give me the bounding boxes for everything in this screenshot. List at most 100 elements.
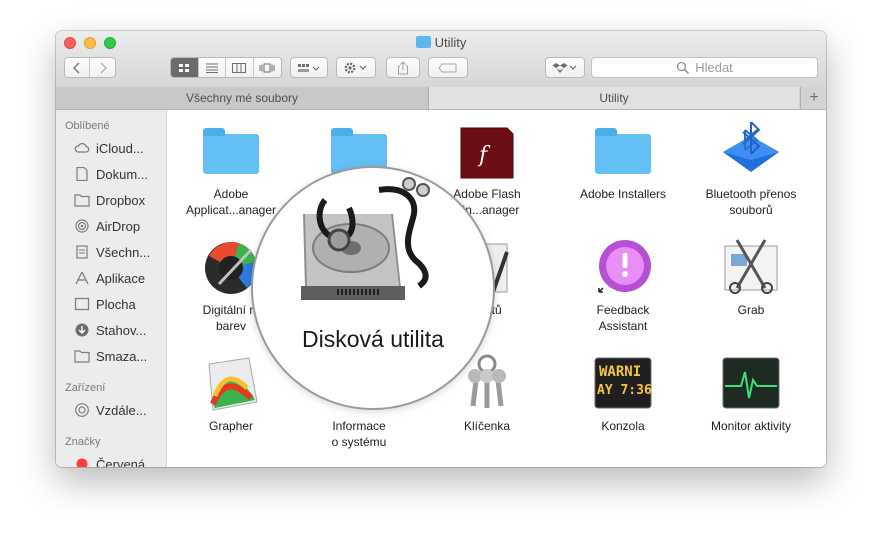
cloud-icon <box>74 143 90 153</box>
sidebar-item-label: Dokum... <box>96 166 149 182</box>
sidebar-item-label: Vzdále... <box>96 402 147 418</box>
sidebar-item-applications[interactable]: Aplikace <box>74 268 145 288</box>
list-icon <box>205 63 218 73</box>
sidebar-section-devices: Zařízení <box>65 382 106 394</box>
file-label-line1: Klíčenka <box>463 419 511 433</box>
icon-view-button[interactable] <box>171 58 199 77</box>
sidebar: Oblíbené iCloud... Dokum... Dropbox AirD… <box>56 110 167 467</box>
sidebar-section-tags: Značky <box>65 436 101 448</box>
console-line2: AY 7:36 <box>597 383 652 398</box>
all-files-icon <box>76 245 88 259</box>
file-label-line2: o systému <box>331 435 387 449</box>
folder-icon <box>74 194 90 207</box>
file-item[interactable]: Feedback Assistant <box>567 238 679 334</box>
sidebar-item-icloud[interactable]: iCloud... <box>74 138 144 158</box>
document-icon <box>76 167 88 181</box>
coverflow-view-button[interactable] <box>254 58 281 77</box>
coverflow-icon <box>259 63 275 72</box>
chevron-left-icon <box>72 61 80 74</box>
file-item[interactable]: Grab <box>695 238 807 318</box>
file-label-line1: Bluetooth přenos <box>705 187 797 201</box>
tags-button[interactable] <box>428 57 468 78</box>
search-icon <box>677 61 690 74</box>
back-button[interactable] <box>65 58 91 77</box>
tag-icon <box>438 63 457 72</box>
column-view-button[interactable] <box>226 58 254 77</box>
sidebar-item-label: AirDrop <box>96 218 141 234</box>
sidebar-item-documents[interactable]: Dokum... <box>74 164 148 184</box>
arrange-button[interactable] <box>290 57 328 78</box>
file-label-line1: Grab <box>737 303 765 317</box>
dropbox-button[interactable] <box>545 57 585 78</box>
sidebar-item-airdrop[interactable]: AirDrop <box>74 216 140 236</box>
nav-buttons <box>64 57 116 78</box>
new-tab-button[interactable]: + <box>800 87 826 109</box>
tab-bar: Všechny mé soubory Utility + <box>56 87 826 110</box>
sidebar-item-downloads[interactable]: Stahov... <box>74 320 146 340</box>
file-item[interactable]: Adobe Installers <box>567 122 679 202</box>
grab-icon <box>719 238 783 296</box>
titlebar: Utility Hledat <box>56 31 826 88</box>
tab-all-files[interactable]: Všechny mé soubory <box>56 87 429 109</box>
sidebar-item-remote-disc[interactable]: Vzdále... <box>74 400 147 420</box>
folder-icon <box>74 350 90 363</box>
sidebar-item-label: Dropbox <box>96 192 146 208</box>
sidebar-item-tag-red[interactable]: Červená <box>74 454 145 467</box>
chevron-right-icon <box>99 61 107 74</box>
file-label-line1: Informace <box>332 419 386 433</box>
file-item[interactable]: WARNI AY 7:36 Konzola <box>567 354 679 434</box>
sidebar-item-label: Plocha <box>96 296 136 312</box>
bluetooth-icon <box>719 121 783 180</box>
folder-icon <box>415 36 431 48</box>
magnified-app-label: Disková utilita <box>302 326 444 352</box>
file-label-line1: Monitor aktivity <box>710 419 792 433</box>
file-item[interactable]: Bluetooth přenos souborů <box>695 121 807 218</box>
sidebar-item-desktop[interactable]: Plocha <box>74 294 136 314</box>
action-button[interactable] <box>336 57 376 78</box>
search-placeholder: Hledat <box>695 60 733 75</box>
console-line1: WARNI <box>599 364 641 380</box>
file-label-line2: Assistant <box>598 319 648 333</box>
file-label-line1: Konzola <box>601 419 645 433</box>
sidebar-item-label: iCloud... <box>96 140 144 156</box>
sidebar-item-label: Aplikace <box>96 270 146 286</box>
tab-label: Utility <box>599 91 629 105</box>
list-view-button[interactable] <box>199 58 226 77</box>
window-title-text: Utility <box>434 35 467 50</box>
sidebar-section-favorites: Oblíbené <box>65 120 110 132</box>
sidebar-item-label: Všechn... <box>96 244 151 260</box>
sidebar-item-label: Červená <box>96 456 146 468</box>
feedback-icon <box>591 238 655 296</box>
console-icon: WARNI AY 7:36 <box>591 354 655 412</box>
disk-utility-icon <box>301 177 430 300</box>
tab-utility[interactable]: Utility <box>429 87 799 109</box>
folder-icon <box>591 122 655 180</box>
sidebar-item-all-files[interactable]: Všechn... <box>74 242 150 262</box>
file-label-line1: Grapher <box>208 419 254 433</box>
tag-dot-icon <box>76 458 88 467</box>
arrange-icon <box>298 63 320 72</box>
magnifier-lens: Disková utilita <box>251 166 495 410</box>
view-mode-control <box>170 57 282 78</box>
desktop-icon <box>74 297 90 311</box>
downloads-icon <box>75 323 89 337</box>
file-label-line1: Feedback <box>596 303 650 317</box>
icon-grid-icon <box>179 63 190 72</box>
sidebar-item-deleted[interactable]: Smaza... <box>74 346 147 366</box>
search-field[interactable]: Hledat <box>591 57 818 78</box>
share-button[interactable] <box>386 57 420 78</box>
activity-monitor-icon <box>719 354 783 412</box>
sidebar-item-label: Stahov... <box>96 322 147 338</box>
plus-icon: + <box>809 89 819 106</box>
file-label-line1: Adobe Installers <box>579 187 667 201</box>
columns-icon <box>232 62 247 73</box>
file-label-line2: souborů <box>729 203 773 217</box>
disc-icon <box>75 403 89 417</box>
forward-button[interactable] <box>90 58 115 77</box>
sidebar-item-dropbox[interactable]: Dropbox <box>74 190 145 210</box>
dropbox-icon <box>552 62 577 73</box>
file-item[interactable]: Monitor aktivity <box>695 354 807 434</box>
sidebar-item-label: Smaza... <box>96 348 148 364</box>
tab-label: Všechny mé soubory <box>185 91 299 105</box>
airdrop-icon <box>75 219 89 233</box>
